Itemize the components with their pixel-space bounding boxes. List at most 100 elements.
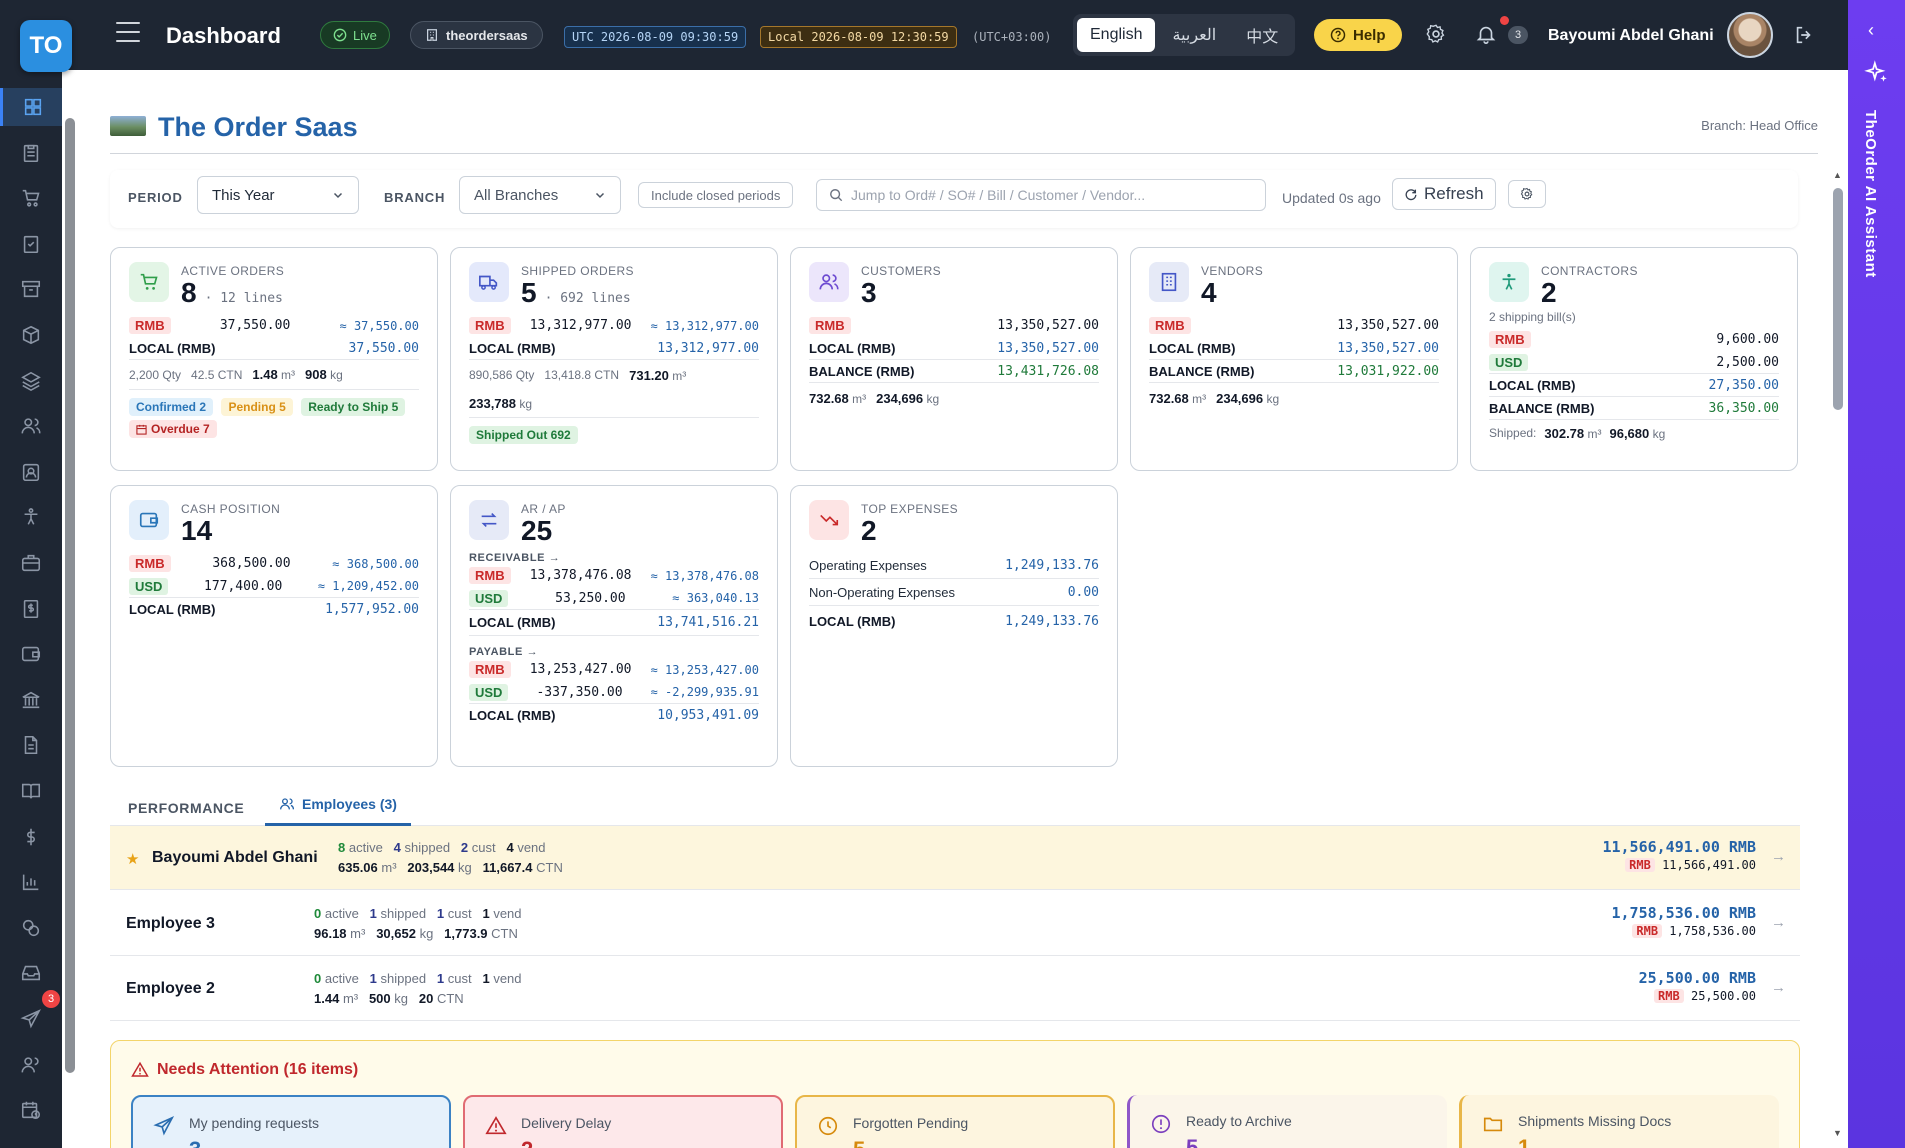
accessibility-icon (24, 508, 38, 526)
sidebar-item-checklist[interactable] (0, 225, 62, 263)
card-active-orders[interactable]: ACTIVE ORDERS 8 · 12 lines RMB 37,550.00 ≈ … (110, 247, 438, 471)
chip-confirmed[interactable]: Confirmed 2 (129, 398, 214, 416)
send-icon (20, 1009, 41, 1029)
card-ar-ap[interactable]: AR / AP 25 RECEIVABLE → RMB 13,378,476.08… (450, 485, 778, 767)
ctn: 42.5 CTN (191, 367, 243, 382)
sidebar-item-layers[interactable] (0, 362, 62, 400)
attention-my-pending-requests[interactable]: My pending requests 3 (131, 1095, 451, 1148)
attention-label: My pending requests (189, 1115, 319, 1131)
sidebar-item-people[interactable] (0, 1046, 62, 1084)
sidebar-item-book[interactable] (0, 772, 62, 810)
stat-kg: 500 (368, 991, 391, 1006)
layers-icon (21, 371, 41, 391)
sidebar-item-calendar-clock[interactable] (0, 1091, 62, 1129)
sidebar-item-dollar[interactable] (0, 818, 62, 856)
sidebar-item-cart[interactable] (0, 179, 62, 217)
lang-chinese[interactable]: 中文 (1233, 18, 1291, 52)
avatar[interactable] (1727, 12, 1773, 58)
employee-row[interactable]: Employee 3 0 active 1 shipped 1 cust 1 ve… (110, 892, 1800, 956)
stat-vend: 1 (482, 906, 490, 921)
card-lines: · 12 lines (204, 291, 283, 306)
employee-row[interactable]: ★ Bayoumi Abdel Ghani 8 active 4 shipped 2… (110, 826, 1800, 890)
sidebar-item-dashboard[interactable] (0, 88, 62, 126)
sidebar-item-accessibility[interactable] (0, 498, 62, 536)
chip-overdue[interactable]: Overdue 7 (129, 420, 217, 438)
refresh-label: Refresh (1424, 184, 1484, 203)
arrow-right-icon[interactable]: → (1771, 848, 1786, 865)
sidebar-item-coins[interactable] (0, 909, 62, 947)
attention-shipments-missing-docs[interactable]: Shipments Missing Docs 1 (1459, 1095, 1779, 1148)
card-cash-position[interactable]: CASH POSITION 14 RMB 368,500.00 ≈ 368,500.… (110, 485, 438, 767)
approx-amount: ≈ 13,253,427.00 (650, 662, 759, 677)
receivable-link[interactable]: RECEIVABLE → (469, 552, 759, 564)
sidebar-item-chart[interactable] (0, 863, 62, 901)
lang-arabic[interactable]: العربية (1159, 18, 1229, 52)
include-closed-toggle[interactable]: Include closed periods (638, 182, 794, 208)
tenant-badge[interactable]: theordersaas (410, 21, 543, 49)
sidebar-item-users[interactable] (0, 407, 62, 445)
kg: 908 (305, 367, 327, 382)
sidebar-item-archive[interactable] (0, 270, 62, 308)
ai-assistant-panel[interactable]: ‹ TheOrder AI Assistant (1848, 0, 1905, 1148)
cbm: 732.68 (809, 390, 849, 406)
card-customers[interactable]: CUSTOMERS 3 RMB 13,350,527.00 LOCAL (RMB)… (790, 247, 1118, 471)
attention-forgotten-pending[interactable]: Forgotten Pending 5 (795, 1095, 1115, 1148)
sidebar-scrollbar[interactable] (64, 100, 76, 1140)
sidebar-item-dollar-doc[interactable] (0, 590, 62, 628)
stat-cust-label: cust (447, 971, 472, 986)
user-name[interactable]: Bayoumi Abdel Ghani (1548, 27, 1714, 45)
sidebar-item-badge[interactable] (0, 453, 62, 491)
chip-ready-to-ship[interactable]: Ready to Ship 5 (301, 398, 406, 416)
branch-select[interactable]: All Branches (459, 176, 621, 214)
chip-pending[interactable]: Pending 5 (221, 398, 293, 416)
chevron-left-icon[interactable]: ‹ (1868, 20, 1874, 41)
tab-employees[interactable]: Employees (3) (265, 790, 411, 826)
amount: 368,500.00 (212, 556, 291, 571)
help-button[interactable]: Help (1314, 19, 1402, 51)
sidebar-item-briefcase[interactable] (0, 544, 62, 582)
refresh-button[interactable]: Refresh (1392, 178, 1496, 210)
balance-label: BALANCE (RMB) (1149, 363, 1255, 379)
card-shipped-orders[interactable]: SHIPPED ORDERS 5 · 692 lines RMB 13,312,97… (450, 247, 778, 471)
period-select[interactable]: This Year (197, 176, 359, 214)
arrow-right-icon[interactable]: → (1771, 914, 1786, 931)
employee-rmb-amount: 25,500.00 (1690, 989, 1756, 1003)
currency-badge: USD (469, 589, 509, 607)
balance-amount: 13,031,922.00 (1337, 363, 1439, 379)
main-scrollbar[interactable]: ▲ ▼ (1832, 170, 1844, 1140)
sidebar-item-clipboard[interactable] (0, 134, 62, 172)
chip-shipped-out[interactable]: Shipped Out 692 (469, 426, 578, 444)
attention-delivery-delay[interactable]: Delivery Delay 2 (463, 1095, 783, 1148)
bell-icon[interactable] (1475, 23, 1497, 45)
local-amount: 13,350,527.00 (1337, 340, 1439, 356)
currency-badge: RMB (129, 555, 171, 572)
sidebar-item-box[interactable] (0, 316, 62, 354)
menu-icon[interactable] (116, 22, 140, 42)
sidebar-item-bank[interactable] (0, 681, 62, 719)
attention-ready-to-archive[interactable]: Ready to Archive 5 (1127, 1095, 1447, 1148)
lang-english[interactable]: English (1077, 18, 1156, 52)
card-top-expenses[interactable]: TOP EXPENSES 2 Operating Expenses 1,249,1… (790, 485, 1118, 767)
payable-link[interactable]: PAYABLE → (469, 646, 759, 658)
stat-ctn-unit: CTN (436, 991, 464, 1006)
tab-performance[interactable]: PERFORMANCE (128, 800, 244, 816)
stat-ctn: 20 (418, 991, 434, 1006)
stat-vend-label: vend (517, 840, 546, 855)
language-switcher: English العربية 中文 (1073, 14, 1296, 56)
kg-unit: kg (1266, 391, 1280, 406)
stat-cbm-unit: m³ (350, 926, 366, 941)
sidebar-item-wallet[interactable] (0, 635, 62, 673)
employee-row[interactable]: Employee 2 0 active 1 shipped 1 cust 1 ve… (110, 957, 1800, 1021)
app-logo[interactable]: TO (20, 20, 72, 72)
dashboard-settings-button[interactable] (1508, 180, 1546, 208)
card-vendors[interactable]: VENDORS 4 RMB 13,350,527.00 LOCAL (RMB) 13… (1130, 247, 1458, 471)
settings-gear-icon[interactable] (1425, 23, 1447, 45)
logout-icon[interactable] (1793, 24, 1815, 46)
currency-badge: USD (469, 683, 509, 701)
arrow-right-icon[interactable]: → (1771, 979, 1786, 996)
sidebar-item-inbox[interactable] (0, 954, 62, 992)
card-contractors[interactable]: CONTRACTORS 2 2 shipping bill(s) RMB 9,60… (1470, 247, 1798, 471)
amount: 37,550.00 (219, 318, 291, 333)
jump-search-input[interactable]: Jump to Ord# / SO# / Bill / Customer / V… (816, 179, 1266, 211)
sidebar-item-document[interactable] (0, 726, 62, 764)
